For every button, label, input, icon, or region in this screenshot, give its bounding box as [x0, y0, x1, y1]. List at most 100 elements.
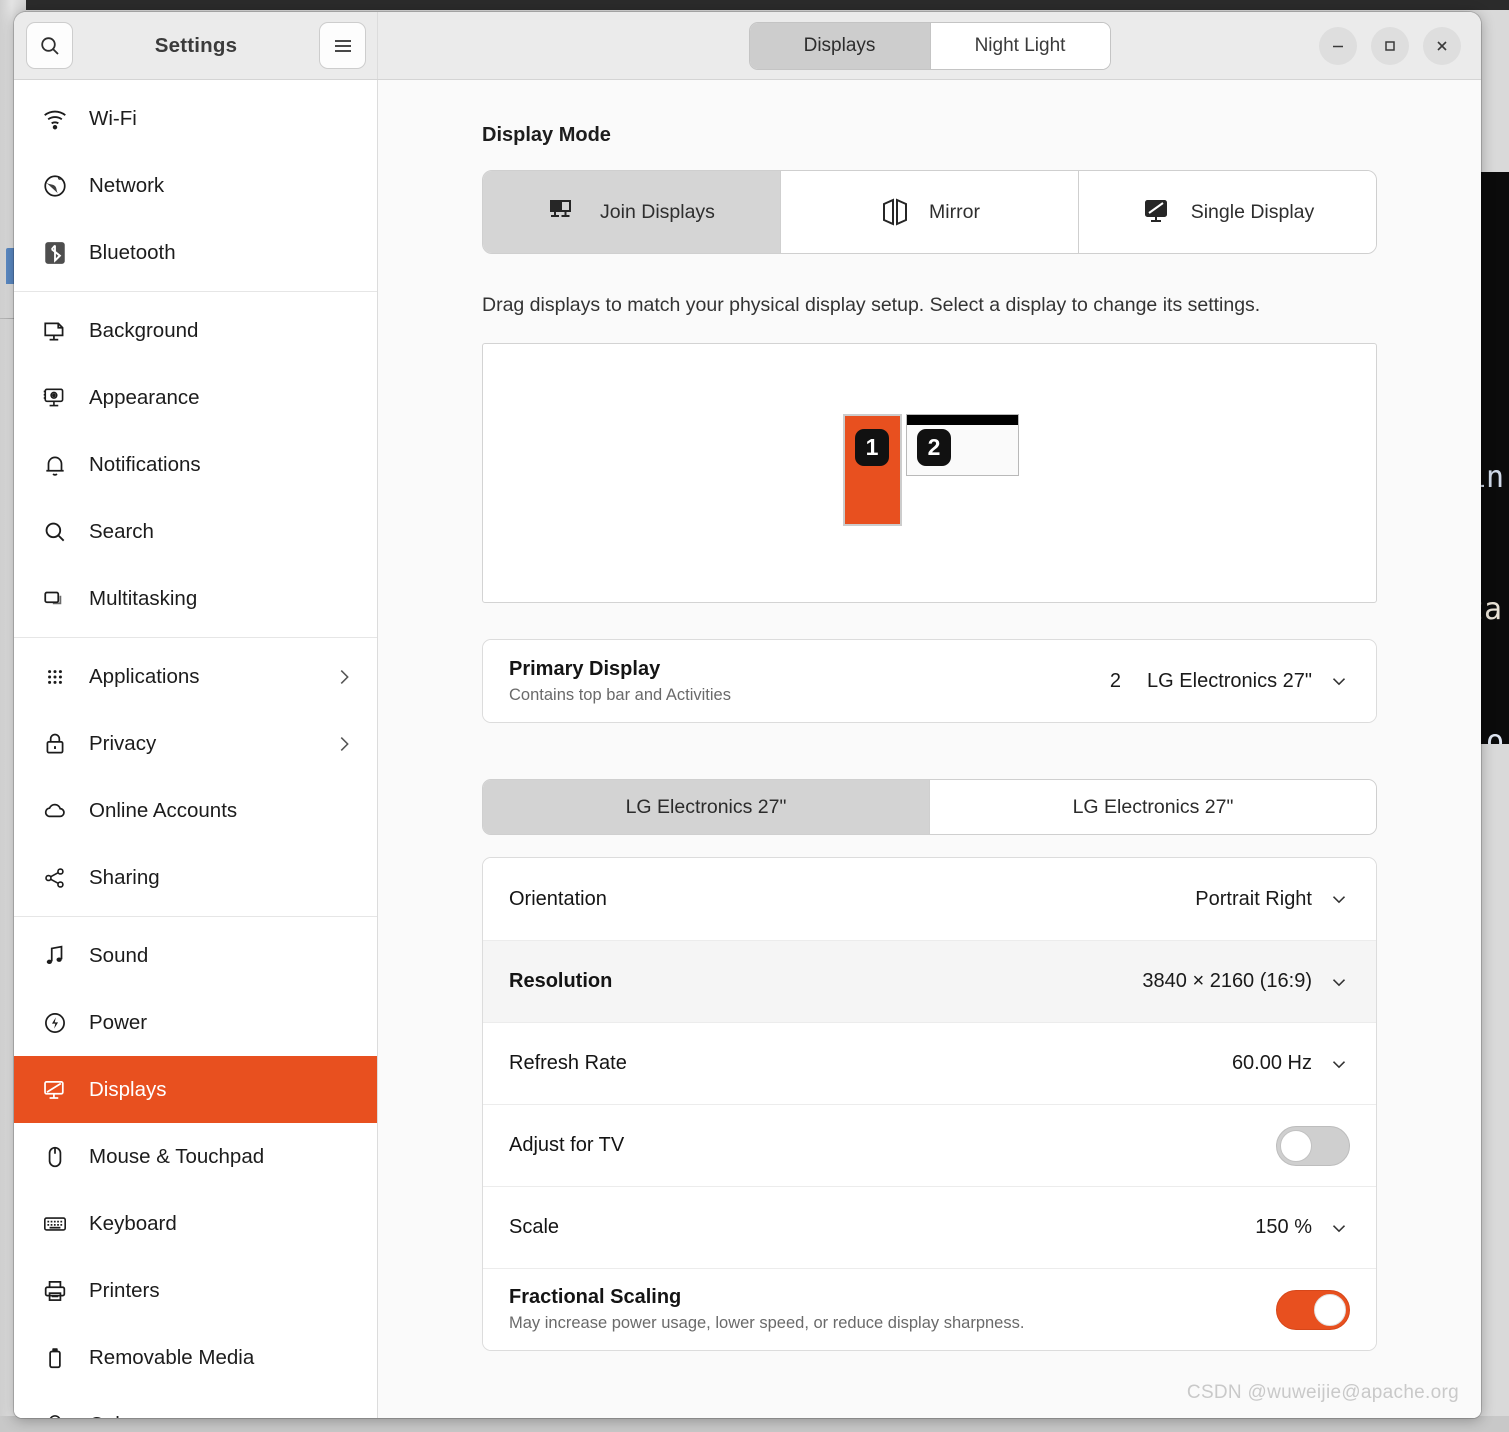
sidebar-item-privacy[interactable]: Privacy	[14, 710, 377, 777]
main-content: Display Mode Join Displays Mirror Single…	[378, 80, 1481, 1351]
row-resolution[interactable]: Resolution 3840 × 2160 (16:9)	[483, 940, 1376, 1022]
primary-display-subtitle: Contains top bar and Activities	[509, 685, 731, 704]
close-button[interactable]	[1423, 26, 1461, 65]
display-tab-1[interactable]: LG Electronics 27"	[483, 780, 929, 834]
cloud-icon	[40, 798, 70, 824]
resolution-text: Resolution	[509, 970, 1142, 993]
sidebar-item-keyboard[interactable]: Keyboard	[14, 1190, 377, 1257]
scale-dropdown[interactable]: 150 %	[1255, 1216, 1350, 1239]
row-adjust-for-tv[interactable]: Adjust for TV	[483, 1104, 1376, 1186]
globe-icon	[40, 173, 70, 199]
sidebar-item-multitasking[interactable]: Multitasking	[14, 565, 377, 632]
sidebar-item-notifications[interactable]: Notifications	[14, 431, 377, 498]
sidebar-item-search[interactable]: Search	[14, 498, 377, 565]
sidebar-item-label: Bluetooth	[89, 240, 176, 264]
primary-display-dropdown[interactable]: 2 LG Electronics 27"	[1110, 670, 1350, 693]
minimize-button[interactable]	[1319, 26, 1357, 65]
refresh-rate-label: Refresh Rate	[509, 1052, 627, 1074]
sidebar-item-label: Keyboard	[89, 1211, 177, 1235]
row-fractional-scaling[interactable]: Fractional Scaling May increase power us…	[483, 1268, 1376, 1350]
sidebar-item-background[interactable]: Background	[14, 297, 377, 364]
display-top-bar	[907, 415, 1018, 425]
sidebar-item-printers[interactable]: Printers	[14, 1257, 377, 1324]
desktop-bottom-strip	[0, 1416, 1509, 1432]
search-button[interactable]	[26, 22, 73, 69]
row-scale[interactable]: Scale 150 %	[483, 1186, 1376, 1268]
display-selector-tabs: LG Electronics 27" LG Electronics 27"	[482, 779, 1377, 835]
watermark: CSDN @wuweijie@apache.org	[1186, 1382, 1459, 1403]
sidebar-item-mouse-touchpad[interactable]: Mouse & Touchpad	[14, 1123, 377, 1190]
sidebar-item-bluetooth[interactable]: Bluetooth	[14, 219, 377, 286]
display-thumbnail-2[interactable]: 2	[906, 414, 1019, 476]
display-icon	[40, 1077, 70, 1103]
primary-display-text: Primary Display Contains top bar and Act…	[509, 658, 1110, 705]
wifi-icon	[40, 106, 70, 132]
display-tab-2[interactable]: LG Electronics 27"	[929, 780, 1376, 834]
fractional-scaling-toggle[interactable]	[1276, 1289, 1350, 1330]
sidebar-item-network[interactable]: Network	[14, 152, 377, 219]
fractional-scaling-subtitle: May increase power usage, lower speed, o…	[509, 1314, 1025, 1332]
usb-drive-icon	[40, 1345, 70, 1371]
sidebar-item-displays[interactable]: Displays	[14, 1056, 377, 1123]
sidebar-item-sound[interactable]: Sound	[14, 922, 377, 989]
resolution-dropdown[interactable]: 3840 × 2160 (16:9)	[1142, 970, 1350, 993]
refresh-rate-value: 60.00 Hz	[1231, 1052, 1312, 1074]
refresh-rate-dropdown[interactable]: 60.00 Hz	[1232, 1052, 1350, 1075]
orientation-dropdown[interactable]: Portrait Right	[1195, 888, 1350, 911]
sidebar-item-wi-fi[interactable]: Wi-Fi	[14, 85, 377, 152]
orientation-label: Orientation	[509, 887, 607, 910]
sidebar-item-label: Search	[89, 519, 154, 543]
chevron-down-icon	[1328, 670, 1350, 692]
sidebar-item-applications[interactable]: Applications	[14, 643, 377, 710]
arrangement-hint: Drag displays to match your physical dis…	[482, 294, 1261, 316]
sidebar-item-label: Multitasking	[89, 586, 198, 610]
sidebar-item-sharing[interactable]: Sharing	[14, 844, 377, 911]
sidebar-item-label: Color	[89, 1413, 355, 1419]
view-switcher: Displays Night Light	[748, 21, 1111, 70]
appearance-icon	[40, 385, 70, 411]
page-title: Settings	[154, 33, 238, 57]
chevron-down-icon	[1328, 888, 1350, 910]
sidebar-item-label: Applications	[89, 664, 200, 688]
primary-display-row[interactable]: Primary Display Contains top bar and Act…	[483, 640, 1376, 722]
single-display-icon	[1141, 197, 1173, 227]
sidebar-group-apps: Applications Privacy Online Accounts Sha…	[14, 637, 377, 916]
sidebar-item-power[interactable]: Power	[14, 989, 377, 1056]
tab-displays[interactable]: Displays	[749, 22, 930, 69]
sidebar-item-label: Mouse & Touchpad	[89, 1144, 265, 1168]
window-controls	[1319, 26, 1461, 65]
mode-label: Mirror	[929, 200, 980, 223]
screen: in ta lo eiji Settings	[0, 0, 1509, 1432]
sidebar-item-removable-media[interactable]: Removable Media	[14, 1324, 377, 1391]
fractional-scaling-label: Fractional Scaling	[509, 1286, 682, 1308]
row-orientation[interactable]: Orientation Portrait Right	[483, 858, 1376, 940]
sidebar-item-color[interactable]: Color	[14, 1391, 377, 1418]
sidebar-item-label: Sound	[89, 943, 149, 967]
sidebar-item-online-accounts[interactable]: Online Accounts	[14, 777, 377, 844]
display-arrangement-canvas[interactable]: 1 2	[482, 343, 1377, 603]
scale-text: Scale	[509, 1216, 1255, 1239]
sidebar-group-personal: Background Appearance Notifications Sear…	[14, 291, 377, 637]
maximize-button[interactable]	[1371, 26, 1409, 65]
adjust-for-tv-toggle[interactable]	[1276, 1125, 1350, 1166]
display-number: 2	[917, 429, 951, 466]
mode-mirror[interactable]: Mirror	[780, 171, 1078, 253]
grid-dots-icon	[40, 664, 70, 690]
chevron-right-icon	[333, 666, 355, 688]
resolution-label: Resolution	[509, 970, 613, 992]
mode-join-displays[interactable]: Join Displays	[483, 171, 780, 253]
display-thumbnail-1[interactable]: 1	[843, 414, 902, 526]
settings-window: Settings Displays Night Light Wi-Fi Netw…	[14, 12, 1481, 1418]
tab-night-light[interactable]: Night Light	[929, 22, 1110, 69]
sidebar-item-appearance[interactable]: Appearance	[14, 364, 377, 431]
sidebar-item-label: Privacy	[89, 731, 157, 755]
row-refresh-rate[interactable]: Refresh Rate 60.00 Hz	[483, 1022, 1376, 1104]
sidebar-item-label: Sharing	[89, 865, 160, 889]
sidebar-item-label: Online Accounts	[89, 798, 238, 822]
mode-single-display[interactable]: Single Display	[1078, 171, 1376, 253]
refresh-rate-text: Refresh Rate	[509, 1052, 1232, 1075]
minimize-icon	[1330, 38, 1346, 54]
adjust-for-tv-label: Adjust for TV	[509, 1134, 625, 1156]
mode-label: Single Display	[1190, 200, 1315, 223]
main-menu-button[interactable]	[319, 22, 366, 69]
